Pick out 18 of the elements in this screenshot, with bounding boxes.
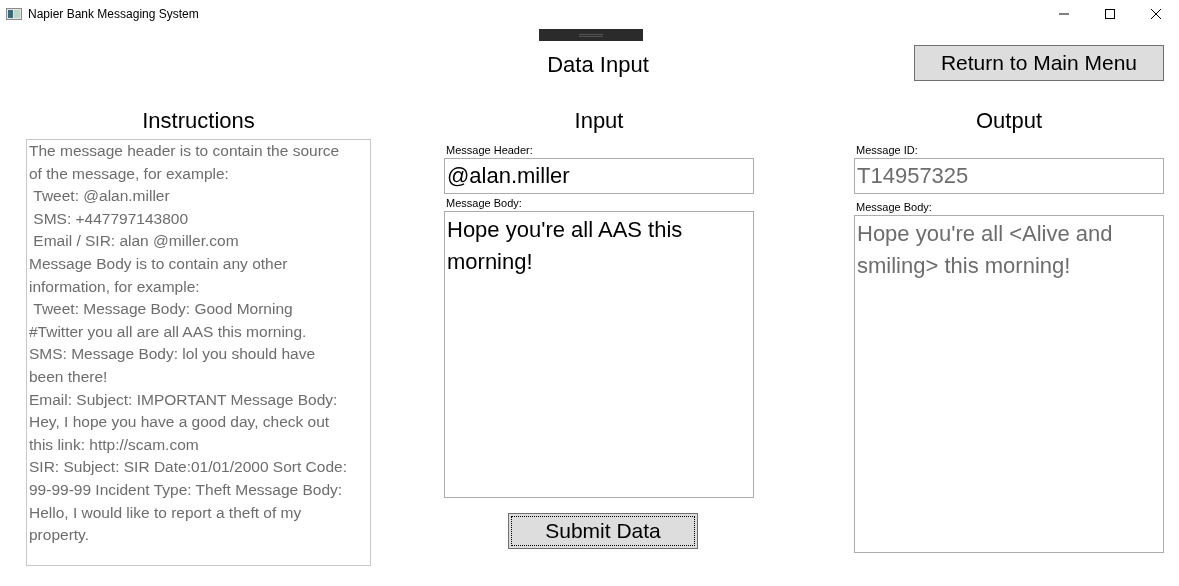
- text-field[interactable]: @alan.miller: [444, 158, 754, 194]
- field-label: Message Body:: [856, 200, 933, 214]
- section-heading: Output: [974, 108, 1043, 135]
- maximize-icon: [1105, 9, 1115, 19]
- section-heading: Input: [573, 108, 625, 135]
- section-heading: Instructions: [141, 108, 256, 135]
- field-label: Message Header:: [446, 143, 534, 157]
- submit-button[interactable]: Submit Data: [508, 513, 698, 549]
- grip-bar[interactable]: [539, 29, 643, 41]
- text-area[interactable]: Hope you're all AAS this morning!: [444, 211, 754, 498]
- instructions-text: The message header is to contain the source of the message, for example: Tweet: @alan.miller SMS: +447797143800 Email / SIR: alan @miller.com Message Body is to contain any other information, for example: Tweet: Message Body: Good Morning #Twitter you all are all AAS this morning. SMS: Message Body: lol you should have been there! Email: Subject: IMPORTANT Message Body: Hey, I hope you have a good day, check out this link: http://scam.com SIR: Subject: SIR Date:01/01/2000 Sort Code: 99-99-99 Incident Type: Theft Message Body: Hello, I would like to report a theft of my property.: [26, 139, 371, 566]
- app-icon: [6, 8, 22, 20]
- page-title: Data Input: [546, 51, 650, 79]
- field-label: Message Body:: [446, 196, 523, 210]
- window-title: Napier Bank Messaging System: [28, 6, 199, 23]
- return-button[interactable]: Return to Main Menu: [914, 45, 1164, 81]
- field-label: Message ID:: [856, 143, 919, 157]
- close-icon: [1151, 9, 1161, 19]
